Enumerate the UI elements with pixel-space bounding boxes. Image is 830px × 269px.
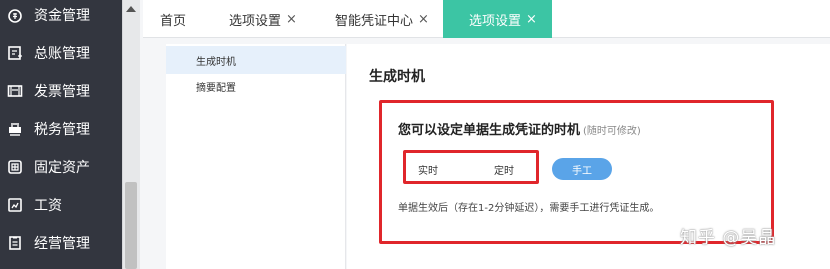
sidebar-item-tax[interactable]: 税务管理: [0, 110, 122, 148]
tab-option-settings[interactable]: 选项设置 ×: [229, 0, 297, 38]
manual-option-button[interactable]: 手工: [552, 158, 612, 180]
submenu-item-generation-timing[interactable]: 生成时机: [166, 46, 346, 74]
sidebar-item-label: 发票管理: [34, 84, 90, 100]
sidebar-item-label: 经营管理: [34, 236, 90, 252]
app-window: 资金管理 总账管理 发票管理 税务管理 固定资产 工资 经营管理 首页 选项设置…: [0, 0, 830, 269]
tab-label: 智能凭证中心: [335, 13, 414, 29]
section-title: 生成时机: [369, 69, 425, 85]
close-icon[interactable]: ×: [526, 12, 537, 27]
sidebar-item-ledger[interactable]: 总账管理: [0, 34, 122, 72]
option-scheduled[interactable]: 定时: [494, 162, 514, 177]
tab-smart-voucher-center[interactable]: 智能凭证中心 ×: [335, 0, 429, 38]
close-icon[interactable]: ×: [418, 12, 429, 27]
tax-icon: [6, 120, 24, 138]
option-realtime[interactable]: 实时: [418, 162, 438, 177]
scroll-up-arrow-icon[interactable]: [126, 6, 136, 12]
settings-submenu: 生成时机 摘要配置: [166, 44, 346, 269]
tab-label: 选项设置: [229, 13, 282, 29]
sidebar-item-salary[interactable]: 工资: [0, 186, 122, 224]
invoice-icon: [6, 82, 24, 100]
sidebar-scrollbar-thumb[interactable]: [125, 182, 137, 269]
sidebar-item-label: 工资: [34, 198, 62, 214]
tab-label: 选项设置: [469, 13, 522, 29]
tab-bar: 首页 选项设置 × 智能凭证中心 × 选项设置 ×: [143, 0, 830, 38]
money-bag-icon: [6, 6, 24, 24]
close-icon[interactable]: ×: [286, 12, 297, 27]
tab-label: 首页: [160, 13, 187, 29]
main-sidebar: 资金管理 总账管理 发票管理 税务管理 固定资产 工资 经营管理: [0, 0, 122, 269]
sidebar-item-invoice[interactable]: 发票管理: [0, 72, 122, 110]
sidebar-item-label: 总账管理: [34, 46, 90, 62]
sidebar-item-label: 税务管理: [34, 122, 90, 138]
submenu-item-label: 生成时机: [196, 56, 236, 68]
sidebar-item-operations[interactable]: 经营管理: [0, 224, 122, 262]
sidebar-item-label: 固定资产: [34, 160, 90, 176]
ledger-icon: [6, 44, 24, 62]
report-icon: [6, 234, 24, 252]
sidebar-item-fixed-assets[interactable]: 固定资产: [0, 148, 122, 186]
tab-home[interactable]: 首页: [160, 0, 186, 38]
watermark: 知乎 @吴晶: [680, 228, 777, 248]
tab-option-settings-active[interactable]: 选项设置 ×: [443, 0, 552, 38]
setting-heading-hint: (随时可修改): [583, 126, 641, 137]
setting-heading-text: 您可以设定单据生成凭证的时机: [398, 123, 581, 138]
salary-icon: [6, 196, 24, 214]
sidebar-item-label: 资金管理: [34, 8, 90, 24]
asset-icon: [6, 158, 24, 176]
submenu-item-summary-config[interactable]: 摘要配置: [166, 72, 346, 100]
sidebar-item-funds[interactable]: 资金管理: [0, 0, 122, 34]
option-description: 单据生效后（存在1-2分钟延迟），需要手工进行凭证生成。: [398, 203, 660, 214]
submenu-item-label: 摘要配置: [196, 82, 236, 94]
setting-heading: 您可以设定单据生成凭证的时机 (随时可修改): [398, 119, 641, 138]
